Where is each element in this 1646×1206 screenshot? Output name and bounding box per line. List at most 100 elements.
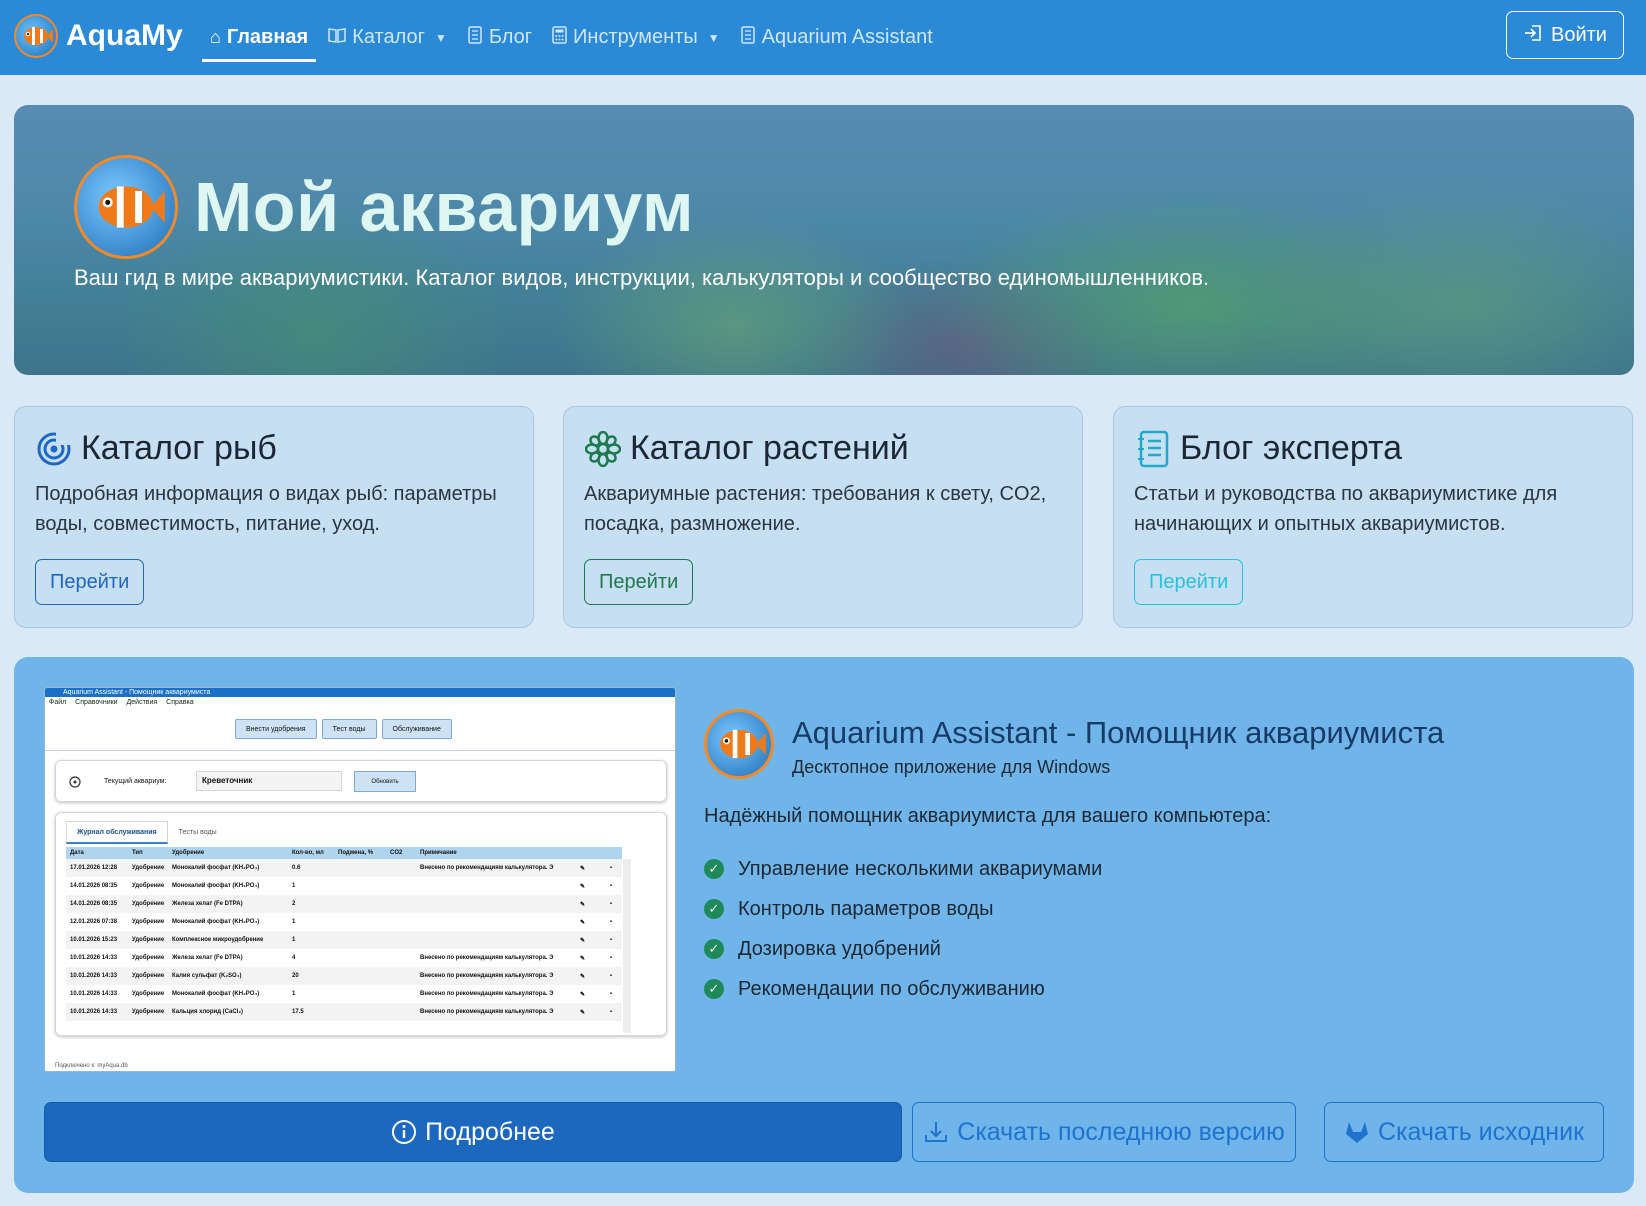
trash-icon: ▪ <box>609 954 612 961</box>
card-title-text: Каталог рыб <box>81 429 277 467</box>
feature-text: Контроль параметров воды <box>738 897 994 920</box>
edit-icon: ✎ <box>580 919 586 926</box>
nav-blog-label: Блог <box>488 26 533 48</box>
row-actions: ✎ ▪ <box>580 937 618 944</box>
card-text: Аквариумные растения: требования к свету… <box>584 483 1047 535</box>
row-actions: ✎ ▪ <box>580 901 618 908</box>
download-source-button[interactable]: Скачать исходник <box>1324 1102 1604 1162</box>
table-row: 10.01.2026 14:33 Удобрение Монокалий фосфа… <box>66 985 622 1003</box>
card-title: Блог эксперта <box>1134 429 1402 468</box>
gitlab-icon <box>1344 1119 1370 1145</box>
app-menubar: Файл Справочники Действия Справка <box>45 697 675 709</box>
assistant-title: Aquarium Assistant - Помощник аквариумис… <box>792 715 1445 750</box>
feature-text: Рекомендации по обслуживанию <box>738 977 1045 1000</box>
card-title-text: Каталог растений <box>630 429 909 467</box>
go-plant-catalog-button[interactable]: Перейти <box>584 559 694 605</box>
app-menu-item: Справка <box>166 699 194 706</box>
nav-home-label: Главная <box>226 26 309 48</box>
nav-catalog[interactable]: Каталог ▼ <box>318 0 457 75</box>
app-toolbar-button: Обслуживание <box>381 719 452 739</box>
check-circle-icon: ✓ <box>704 899 724 919</box>
table-cell: 14.01.2026 08:35 <box>70 901 118 907</box>
table-cell: Удобрение <box>132 1009 165 1015</box>
table-cell: Кальция хлорид (CaCl₂) <box>172 1009 244 1015</box>
table-cell: 14.01.2026 08:35 <box>70 883 118 889</box>
edit-icon: ✎ <box>580 955 586 962</box>
go-expert-blog-button[interactable]: Перейти <box>1134 559 1244 605</box>
table-cell: Комплексное микроудобрение <box>172 937 264 943</box>
download-icon <box>923 1119 949 1145</box>
table-cell: 1 <box>292 919 296 925</box>
feature-item: ✓ Рекомендации по обслуживанию <box>704 969 1102 1009</box>
table-cell: Внесено по рекомендациям калькулятора. Э <box>420 955 554 961</box>
brand[interactable]: AquaMy <box>14 14 183 58</box>
table-cell: Удобрение <box>132 991 165 997</box>
trash-icon: ▪ <box>609 864 612 871</box>
feature-item: ✓ Управление несколькими аквариумами <box>704 849 1102 889</box>
table-cell: 4 <box>292 955 296 961</box>
app-tab-log: Журнал обслуживания <box>66 821 168 844</box>
nav-tools-label: Инструменты <box>573 26 698 48</box>
nav-assistant[interactable]: Aquarium Assistant <box>730 0 943 75</box>
col-change: Подмена, % <box>338 850 374 856</box>
app-table-body: 17.01.2026 12:28 Удобрение Монокалий фосфа… <box>66 859 622 1021</box>
login-label: Войти <box>1551 23 1607 46</box>
login-button[interactable]: Войти <box>1506 11 1624 59</box>
app-tab-tests: Тесты воды <box>167 821 228 844</box>
table-cell: Удобрение <box>132 937 165 943</box>
edit-icon: ✎ <box>580 991 586 998</box>
table-cell: Железа хелат (Fe DTPA) <box>172 955 243 961</box>
app-toolbar-button: Внести удобрения <box>235 719 317 739</box>
feature-item: ✓ Дозировка удобрений <box>704 929 1102 969</box>
row-actions: ✎ ▪ <box>580 991 618 998</box>
col-co2: CO2 <box>390 850 403 856</box>
table-cell: Внесено по рекомендациям калькулятора. Э <box>420 973 554 979</box>
table-cell: 20 <box>292 973 299 979</box>
nav-links: ⌂ Главная Каталог ▼ Блог Инструменты ▼ A… <box>200 0 943 75</box>
edit-icon: ✎ <box>580 883 586 890</box>
navbar: AquaMy ⌂ Главная Каталог ▼ Блог Инструме… <box>0 0 1646 75</box>
feature-list: ✓ Управление несколькими аквариумами ✓ Кон… <box>704 849 1102 1009</box>
nav-home[interactable]: ⌂ Главная <box>200 0 318 75</box>
chevron-down-icon: ▼ <box>434 30 447 45</box>
table-row: 10.01.2026 14:33 Удобрение Железа хелат (F… <box>66 949 622 967</box>
feature-text: Дозировка удобрений <box>738 937 941 960</box>
card-fish-catalog: Каталог рыб Подробная информация о видах… <box>14 406 534 628</box>
table-row: 10.01.2026 15:23 Удобрение Комплексное мик… <box>66 931 622 949</box>
download-latest-button[interactable]: Скачать последнюю версию <box>912 1102 1296 1162</box>
edit-icon: ✎ <box>580 1009 586 1016</box>
app-toolbar-button: Тест воды <box>321 719 377 739</box>
nav-blog[interactable]: Блог <box>457 0 542 75</box>
app-divider <box>45 750 675 751</box>
more-info-button[interactable]: Подробнее <box>44 1102 902 1162</box>
row-actions: ✎ ▪ <box>580 865 618 872</box>
col-date: Дата <box>70 850 84 856</box>
go-fish-catalog-button[interactable]: Перейти <box>35 559 145 605</box>
col-fertilizer: Удобрение <box>172 850 205 856</box>
download-source-label: Скачать исходник <box>1377 1117 1585 1146</box>
nav-tools[interactable]: Инструменты ▼ <box>542 0 730 75</box>
table-cell: Удобрение <box>132 973 165 979</box>
hero-subtitle: Ваш гид в мире аквариумистики. Каталог в… <box>74 265 1210 290</box>
app-scrollbar <box>623 859 631 1033</box>
hero-title: Мой аквариум <box>194 168 695 246</box>
row-actions: ✎ ▪ <box>580 973 618 980</box>
app-aquarium-select: Креветочник <box>196 771 342 791</box>
table-cell: Удобрение <box>132 901 165 907</box>
table-row: 14.01.2026 08:35 Удобрение Монокалий фосфа… <box>66 877 622 895</box>
app-titlebar: Aquarium Assistant - Помощник аквариумис… <box>45 688 675 697</box>
book-icon <box>328 27 346 48</box>
journal-icon <box>740 26 756 49</box>
hero-banner: Мой аквариум Ваш гид в мире аквариумисти… <box>14 105 1634 375</box>
check-circle-icon: ✓ <box>704 859 724 879</box>
trash-icon: ▪ <box>609 1008 612 1015</box>
table-row: 10.01.2026 14:33 Удобрение Калия сульфат (… <box>66 967 622 985</box>
table-cell: 17.5 <box>292 1009 304 1015</box>
trash-icon: ▪ <box>609 882 612 889</box>
app-menu-item: Файл <box>49 699 67 706</box>
table-cell: 10.01.2026 14:33 <box>70 991 118 997</box>
more-info-label: Подробнее <box>425 1117 555 1146</box>
table-row: 10.01.2026 14:33 Удобрение Кальция хлорид … <box>66 1003 622 1021</box>
table-cell: Внесено по рекомендациям калькулятора. Э <box>420 865 554 871</box>
chevron-down-icon: ▼ <box>707 30 720 45</box>
